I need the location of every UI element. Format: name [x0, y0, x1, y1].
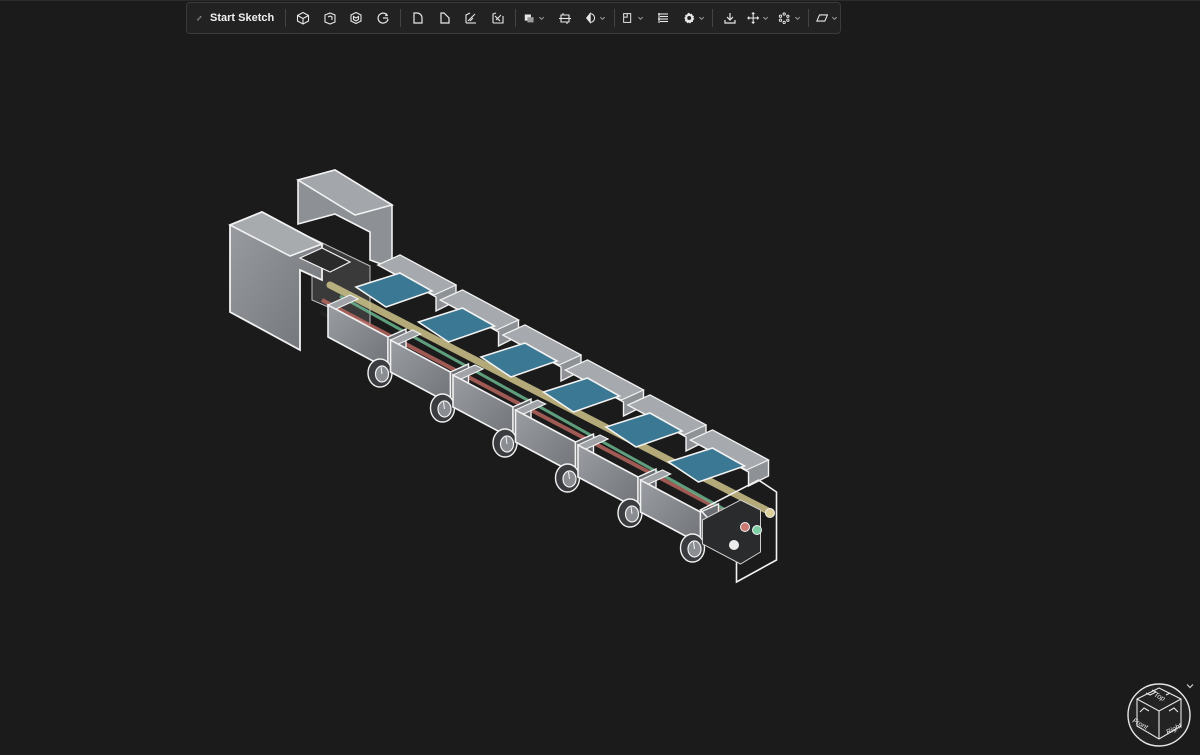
fillet-icon [413, 12, 423, 24]
view-tool-button[interactable] [814, 6, 840, 30]
chevron-down-icon [600, 16, 606, 21]
feature-toolbar: Start Sketch [186, 2, 841, 34]
split-tool-button[interactable] [553, 6, 577, 30]
box-tool-button[interactable] [291, 6, 315, 30]
chevron-down-icon [831, 16, 837, 21]
cable-chain-model[interactable] [0, 0, 1200, 755]
chamfer-icon [440, 12, 450, 24]
view-cube[interactable]: Top Front Right [1126, 682, 1192, 748]
mirror-icon [586, 12, 596, 24]
chevron-down-icon [762, 16, 768, 21]
boolean-icon [524, 14, 534, 23]
pattern-tool-button[interactable] [776, 6, 802, 30]
shell-icon [350, 11, 363, 25]
rod-green-end [752, 525, 762, 535]
plane-tool-button[interactable] [619, 6, 645, 30]
boolean-tool-button[interactable] [521, 6, 547, 30]
sweep-tool-button[interactable] [459, 6, 483, 30]
toolbar-divider [613, 9, 615, 27]
toolbar-divider [400, 9, 402, 27]
parallelogram-icon [815, 14, 828, 22]
rod-red-end [740, 522, 750, 532]
start-sketch-label: Start Sketch [210, 12, 275, 24]
revolve-tool-button[interactable] [371, 6, 395, 30]
toolbar-divider [807, 9, 809, 27]
chevron-down-icon [539, 16, 545, 21]
settings-tool-button[interactable] [681, 6, 707, 30]
split-icon [558, 13, 571, 24]
sweep-icon [465, 12, 477, 24]
cube-icon [297, 11, 310, 25]
view-cube-menu-button[interactable] [1184, 680, 1196, 692]
align-icon [658, 13, 669, 23]
extrude-tool-button[interactable] [318, 6, 342, 30]
pencil-icon [197, 15, 202, 21]
3d-viewport[interactable]: Start Sketch Top Front Right [0, 0, 1200, 755]
gear-icon [683, 12, 695, 24]
insert-tool-button[interactable] [718, 6, 742, 30]
toolbar-divider [711, 9, 713, 27]
model-root [228, 169, 778, 584]
shell-tool-button[interactable] [344, 6, 368, 30]
chamfer-tool-button[interactable] [433, 6, 457, 30]
align-tool-button[interactable] [651, 6, 675, 30]
pattern-icon [779, 12, 790, 25]
chevron-down-icon [698, 16, 704, 21]
fillet-tool-button[interactable] [406, 6, 430, 30]
rod-yellow-end [765, 508, 775, 518]
extrude-icon [324, 12, 336, 25]
rod-white-end [729, 540, 739, 550]
chevron-down-icon [1186, 684, 1194, 689]
revolve-icon [377, 12, 389, 24]
move-icon [746, 11, 759, 25]
move-tool-button[interactable] [745, 6, 771, 30]
chevron-down-icon [794, 16, 800, 21]
loft-tool-button[interactable] [486, 6, 510, 30]
toolbar-divider [285, 9, 287, 27]
start-sketch-button[interactable]: Start Sketch [195, 6, 280, 30]
toolbar-divider [515, 9, 516, 27]
insert-icon [724, 13, 736, 24]
loft-icon [492, 12, 504, 24]
plane-icon [623, 13, 632, 23]
chevron-down-icon [637, 16, 643, 21]
mirror-tool-button[interactable] [582, 6, 608, 30]
